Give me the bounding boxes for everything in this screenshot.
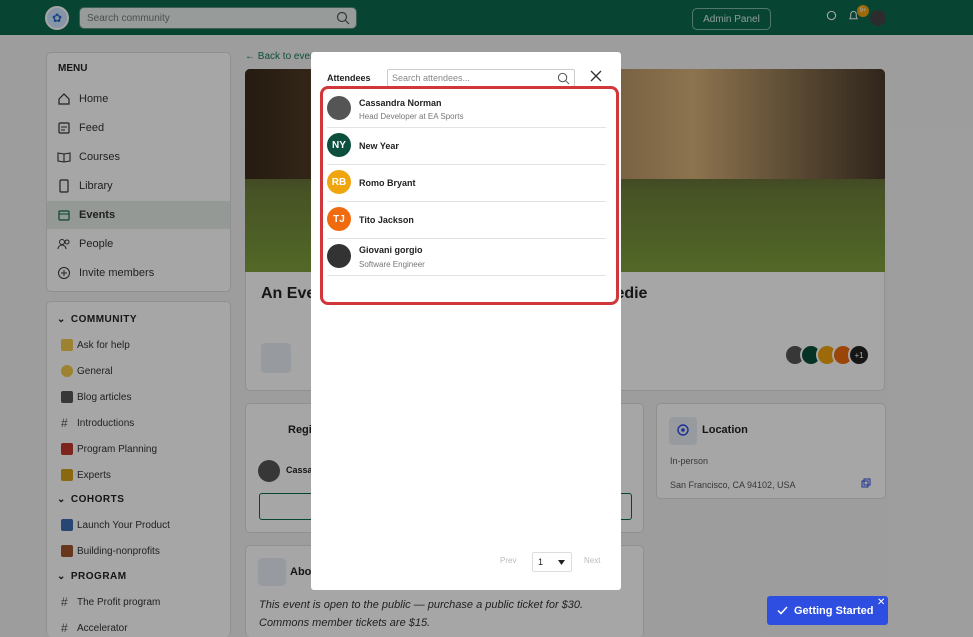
modal-title: Attendees [327, 73, 371, 83]
prev-page-button[interactable]: Prev [500, 556, 516, 565]
page-select-value: 1 [538, 557, 544, 567]
attendee-list-highlight [320, 86, 619, 305]
check-icon [777, 606, 788, 615]
next-page-button[interactable]: Next [584, 556, 600, 565]
getting-started-label: Getting Started [794, 604, 874, 617]
attendee-search-placeholder: Search attendees... [392, 73, 471, 83]
attendee-search-input[interactable]: Search attendees... [387, 69, 575, 87]
search-icon[interactable] [557, 72, 570, 85]
close-icon[interactable]: ✕ [877, 597, 885, 608]
close-icon[interactable] [590, 70, 602, 82]
getting-started-button[interactable]: Getting Started [767, 596, 888, 625]
page-select[interactable]: 1 [532, 552, 572, 572]
chevron-down-icon [558, 560, 565, 565]
